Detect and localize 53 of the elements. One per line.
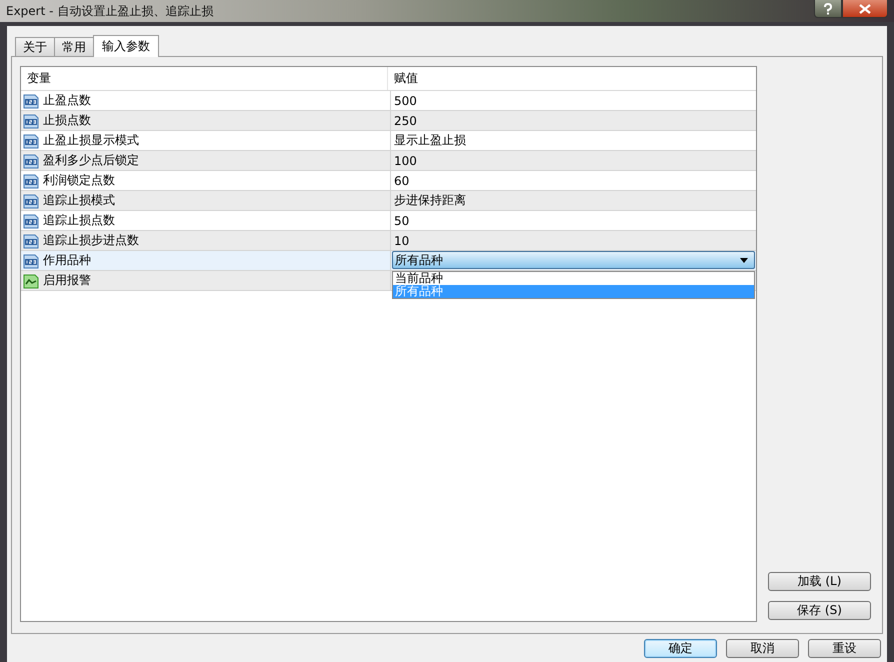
parameter-value: 100 — [394, 154, 417, 168]
dropdown[interactable]: 所有品种 — [392, 251, 755, 269]
parameter-row[interactable]: 利润锁定点数 60 — [21, 171, 756, 191]
parameter-row[interactable]: 止盈点数 500 — [21, 91, 756, 111]
parameter-value: 500 — [394, 94, 417, 108]
number-type-icon — [23, 112, 39, 128]
number-type-icon — [23, 92, 39, 108]
number-type-icon — [23, 192, 39, 208]
dialog-button[interactable]: 确定 — [644, 639, 717, 658]
parameter-value: 10 — [394, 234, 410, 248]
number-type-icon — [23, 232, 39, 248]
close-button[interactable] — [842, 0, 888, 18]
parameter-name: 启用报警 — [43, 272, 91, 289]
window-title: Expert - 自动设置止盈止损、追踪止损 — [6, 2, 214, 20]
parameter-row[interactable]: 追踪止损模式 步进保持距离 — [21, 191, 756, 211]
parameter-name: 追踪止损点数 — [43, 212, 115, 229]
tab[interactable]: 输入参数 — [93, 35, 159, 57]
close-icon — [859, 4, 871, 14]
parameter-name: 盈利多少点后锁定 — [43, 152, 139, 169]
dialog-button[interactable]: 重设 — [808, 639, 881, 658]
column-header[interactable]: 赋值 — [388, 67, 418, 90]
tab[interactable]: 关于 — [15, 37, 55, 56]
parameter-row[interactable]: 止损点数 250 — [21, 111, 756, 131]
parameter-value: 60 — [394, 174, 410, 188]
parameter-row[interactable]: 追踪止损点数 50 — [21, 211, 756, 231]
parameter-value: 50 — [394, 214, 410, 228]
parameter-name: 追踪止损步进点数 — [43, 232, 139, 249]
parameter-value: 显示止盈止损 — [394, 132, 466, 149]
parameter-name: 追踪止损模式 — [43, 192, 115, 209]
number-type-icon — [23, 252, 39, 268]
dialog-button[interactable]: 取消 — [726, 639, 799, 658]
column-header[interactable]: 变量 — [21, 67, 388, 90]
parameter-row[interactable]: 止盈止损显示模式 显示止盈止损 — [21, 131, 756, 151]
side-button[interactable]: 加载 (L) — [768, 572, 871, 591]
help-button[interactable] — [814, 0, 842, 18]
number-type-icon — [23, 132, 39, 148]
parameter-name: 止损点数 — [43, 112, 91, 129]
parameter-value: 250 — [394, 114, 417, 128]
parameter-row[interactable]: 追踪止损步进点数 10 — [21, 231, 756, 251]
caret-icon — [740, 258, 748, 262]
number-type-icon — [23, 212, 39, 228]
parameter-row[interactable]: 盈利多少点后锁定 100 — [21, 151, 756, 171]
side-button[interactable]: 保存 (S) — [768, 601, 871, 620]
parameter-name: 利润锁定点数 — [43, 172, 115, 189]
parameter-value: 步进保持距离 — [394, 192, 466, 209]
dropdown-option[interactable]: 当前品种 — [393, 272, 754, 285]
tab[interactable]: 常用 — [54, 37, 94, 56]
parameter-name: 止盈点数 — [43, 92, 91, 109]
question-mark-icon — [823, 2, 833, 14]
parameter-name: 作用品种 — [43, 252, 91, 269]
number-type-icon — [23, 172, 39, 188]
parameter-name: 止盈止损显示模式 — [43, 132, 139, 149]
number-type-icon — [23, 152, 39, 168]
